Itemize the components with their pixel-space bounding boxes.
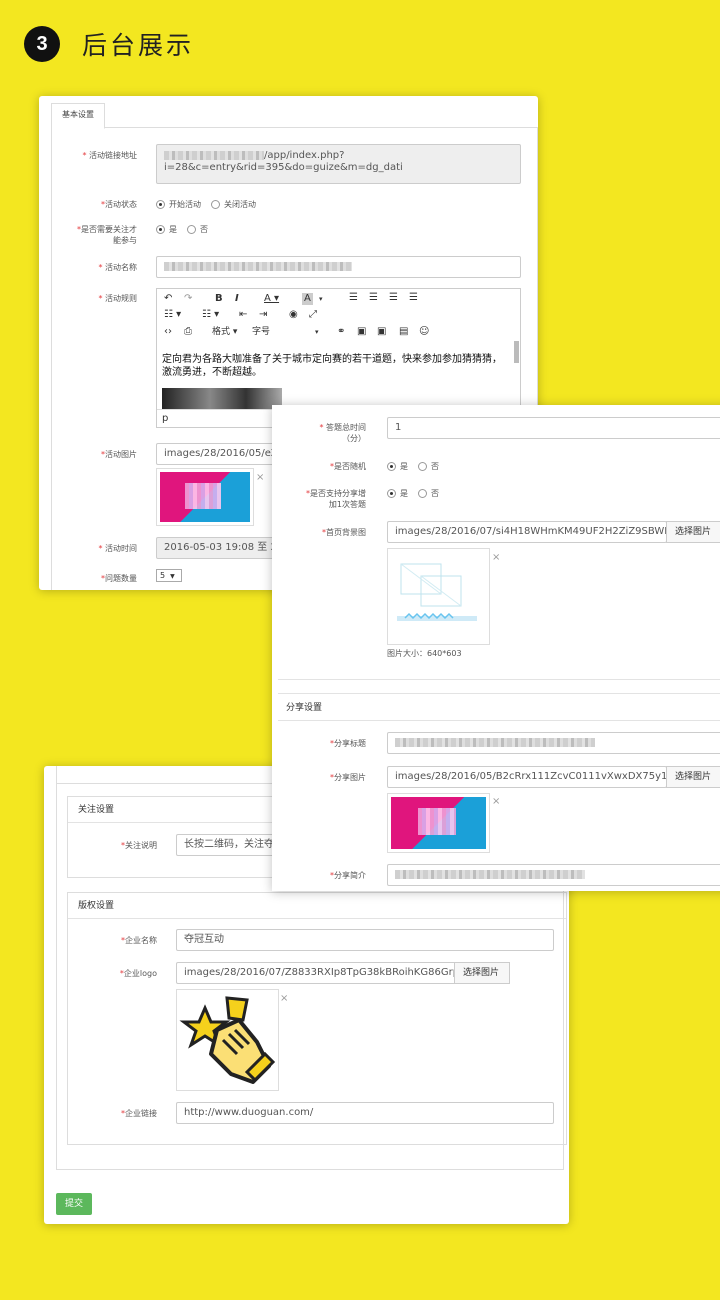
share-image-input[interactable]: images/28/2016/05/B2cRrx111ZcvC0111vXwxD… — [387, 766, 667, 788]
redo-icon[interactable]: ↷ — [184, 293, 192, 305]
align-justify-icon[interactable]: ☰ — [409, 292, 418, 304]
italic-icon[interactable]: I — [235, 293, 239, 305]
font-size-dropdown-icon[interactable]: ▾ — [315, 326, 319, 338]
link-label: * 活动链接地址 — [82, 151, 137, 160]
share-title-label: *分享标题 — [330, 739, 366, 748]
time-label: * 活动时间 — [98, 544, 137, 553]
font-size-dropdown[interactable]: 字号 — [252, 326, 270, 338]
remove-background-icon[interactable]: × — [492, 553, 500, 563]
choose-background-button[interactable]: 选择图片 — [666, 521, 720, 543]
image-size-hint: 图片大小：640*603 — [387, 649, 462, 658]
fullscreen-icon[interactable]: ⤢ — [309, 309, 317, 321]
share-header-bottom — [278, 720, 720, 721]
share-bonus-label: *是否支持分享增 加1次答题 — [306, 489, 366, 509]
background-image-input[interactable]: images/28/2016/07/si4H18WHmKM49UF2H2ZiZ9… — [387, 521, 667, 543]
editor-scrollbar[interactable] — [514, 341, 519, 363]
count-label: *问题数量 — [101, 574, 137, 583]
random-label: *是否随机 — [330, 462, 366, 471]
outdent-icon[interactable]: ⇤ — [239, 309, 247, 321]
choose-share-image-button[interactable]: 选择图片 — [666, 766, 720, 788]
align-right-icon[interactable]: ☰ — [389, 292, 398, 304]
share-settings-title: 分享设置 — [286, 703, 323, 713]
image-icon[interactable]: ▣ — [357, 326, 366, 338]
number-list-icon[interactable]: ☷ ▾ — [202, 309, 219, 321]
editor-path-indicator: p — [162, 413, 169, 424]
tab-bar: 基本设置 — [51, 96, 538, 129]
section-divider — [278, 679, 720, 680]
share-desc-label: *分享简介 — [330, 871, 366, 880]
share-header-top — [278, 693, 720, 694]
random-no-radio[interactable]: 否 — [418, 461, 439, 472]
bullet-list-icon[interactable]: ☷ ▾ — [164, 309, 181, 321]
rules-label: * 活动规则 — [98, 294, 137, 303]
share-bonus-no-radio[interactable]: 否 — [418, 488, 439, 499]
background-preview-image — [397, 563, 477, 621]
step-number-badge: 3 — [24, 26, 60, 62]
share-title-input[interactable] — [387, 732, 720, 754]
editor-toolbar: ↶ ↷ B I A ▾ A ▾ ☰ ☰ ☰ ☰ ☷ ▾ ☷ ▾ ⇤ ⇥ ◉ ⤢ … — [157, 289, 520, 347]
random-radio-group: 是 否 — [387, 461, 449, 472]
random-yes-radio[interactable]: 是 — [387, 461, 408, 472]
multi-image-icon[interactable]: ▣ — [377, 326, 386, 338]
remove-image-icon[interactable]: × — [256, 473, 264, 483]
background-label: *首页背景图 — [322, 528, 366, 537]
tab-basic-settings[interactable]: 基本设置 — [51, 103, 105, 129]
total-time-input[interactable]: 1 — [387, 417, 720, 439]
page-title: 后台展示 — [82, 31, 195, 60]
follow-no-radio[interactable]: 否 — [187, 224, 208, 235]
align-center-icon[interactable]: ☰ — [369, 292, 378, 304]
video-icon[interactable]: ▤ — [399, 326, 408, 338]
remove-share-image-icon[interactable]: × — [492, 797, 500, 807]
submit-button[interactable]: 提交 — [56, 1193, 92, 1215]
share-bonus-yes-radio[interactable]: 是 — [387, 488, 408, 499]
bg-color-dropdown-icon[interactable]: ▾ — [319, 293, 323, 305]
activity-link-field[interactable]: /app/index.php? i=28&c=entry&rid=395&do=g… — [156, 144, 521, 184]
emoji-icon[interactable]: ☺ — [419, 326, 429, 338]
indent-icon[interactable]: ⇥ — [259, 309, 267, 321]
activity-name-input[interactable] — [156, 256, 521, 278]
editor-content[interactable]: 定向君为各路大咖准备了关于城市定向赛的若干道题，快来参加参加猜猜猜，激流勇进，不… — [162, 353, 506, 379]
status-radio-group: 开始活动 关闭活动 — [156, 199, 266, 210]
undo-icon[interactable]: ↶ — [164, 293, 172, 305]
print-icon[interactable]: ⎙ — [184, 326, 192, 338]
link-icon[interactable]: ⚭ — [337, 326, 345, 338]
activity-image-thumbnail — [156, 468, 254, 526]
share-image-thumbnail — [387, 793, 490, 853]
page-header: 3 后台展示 — [24, 24, 194, 64]
follow-required-label: *是否需要关注才 能参与 — [77, 225, 137, 245]
status-close-radio[interactable]: 关闭活动 — [211, 199, 256, 210]
bold-icon[interactable]: B — [215, 293, 223, 305]
total-time-label: * 答题总时间 （分） — [319, 423, 366, 443]
name-label: * 活动名称 — [98, 263, 137, 272]
font-color-icon[interactable]: A ▾ — [264, 293, 279, 305]
follow-radio-group: 是 否 — [156, 224, 218, 235]
question-count-select[interactable]: 5 ▼ — [156, 569, 182, 582]
format-dropdown[interactable]: 格式 ▾ — [212, 326, 237, 338]
bg-color-icon[interactable]: A — [302, 293, 313, 305]
share-desc-input[interactable] — [387, 864, 720, 886]
image-label: *活动图片 — [101, 450, 137, 459]
source-code-icon[interactable]: ‹› — [164, 326, 172, 338]
follow-yes-radio[interactable]: 是 — [156, 224, 177, 235]
share-bonus-radio-group: 是 否 — [387, 488, 449, 499]
status-label: *活动状态 — [101, 200, 137, 209]
background-image-thumbnail — [387, 548, 490, 645]
status-start-radio[interactable]: 开始活动 — [156, 199, 201, 210]
share-image-label: *分享图片 — [330, 773, 366, 782]
align-left-icon[interactable]: ☰ — [349, 292, 358, 304]
share-settings-panel: * 答题总时间 （分） 1 *是否随机 是 否 *是否支持分享增 加1次答题 是 否… — [272, 405, 720, 891]
preview-icon[interactable]: ◉ — [289, 309, 298, 321]
editor-inline-image — [162, 388, 282, 410]
